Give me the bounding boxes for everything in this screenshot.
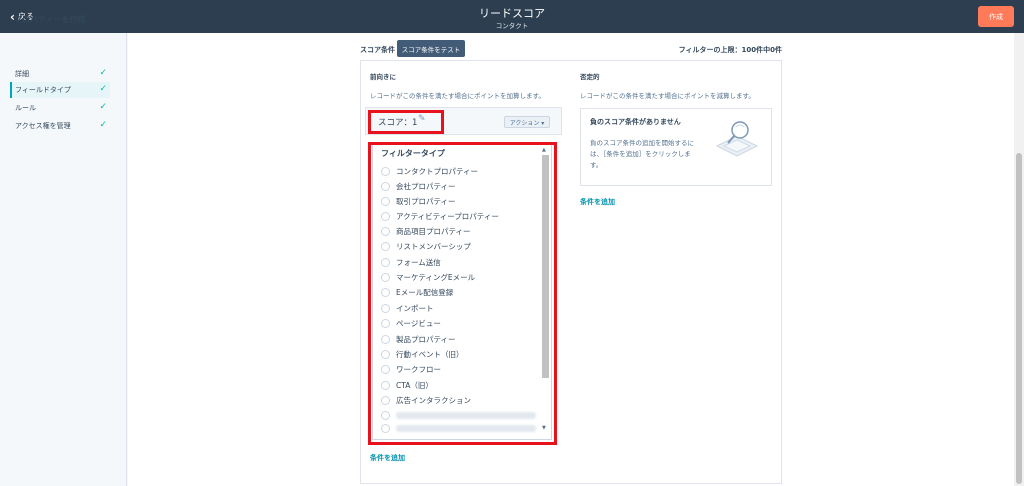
sidebar-item-field-type[interactable]: フィールドタイプ ✓ [10,82,110,98]
empty-state-text: は、［条件を追加］をクリックしま [590,150,691,158]
sidebar-item-label: アクセス権を管理 [15,122,71,130]
highlight-box-dropdown [368,142,557,445]
negative-description: レコードがこの条件を満たす場合にポイントを減算します。 [580,92,755,100]
empty-state-text: す。 [590,161,603,169]
page-title: リードスコア [479,7,545,20]
create-button[interactable]: 作成 [978,6,1014,27]
page-subtitle: コンタクト [495,22,529,30]
test-score-button[interactable]: スコア条件をテスト [397,40,465,57]
check-icon: ✓ [99,102,107,112]
check-icon: ✓ [99,68,107,78]
positive-description: レコードがこの条件を満たす場合にポイントを加算します。 [370,92,545,100]
filter-limit-text: フィルターの上限：100件中0件 [678,46,782,54]
sidebar-item-details[interactable]: 詳細 ✓ [10,66,110,82]
magnifier-illustration-icon [715,121,759,157]
sidebar-item-access[interactable]: アクセス権を管理 ✓ [10,118,110,134]
empty-state-title: 負のスコア条件がありません [590,118,681,126]
sidebar-item-label: ルール [15,104,36,112]
check-icon: ✓ [99,84,107,94]
sidebar-item-label: フィールドタイプ [15,86,71,94]
page-scrollbar-thumb[interactable] [1016,153,1022,484]
empty-state-text: 負のスコア条件の追加を開始するに [590,139,694,147]
positive-title: 前向きに [370,73,396,81]
sidebar-item-rules[interactable]: ルール ✓ [10,100,110,116]
sidebar-item-label: 詳細 [15,70,29,78]
highlight-box-score [368,110,444,134]
top-bar: ‹ 戻る リードスコア コンタクト 作成 [0,0,1024,33]
add-negative-condition-link[interactable]: 条件を追加 [580,197,615,207]
actions-dropdown[interactable]: アクション ▾ [504,116,550,128]
check-icon: ✓ [99,120,107,130]
negative-title: 否定的 [580,73,600,81]
sidebar-heading: プロパティーを作成 [14,15,86,24]
score-conditions-label: スコア条件 [360,46,395,54]
add-positive-condition-link[interactable]: 条件を追加 [370,453,405,463]
